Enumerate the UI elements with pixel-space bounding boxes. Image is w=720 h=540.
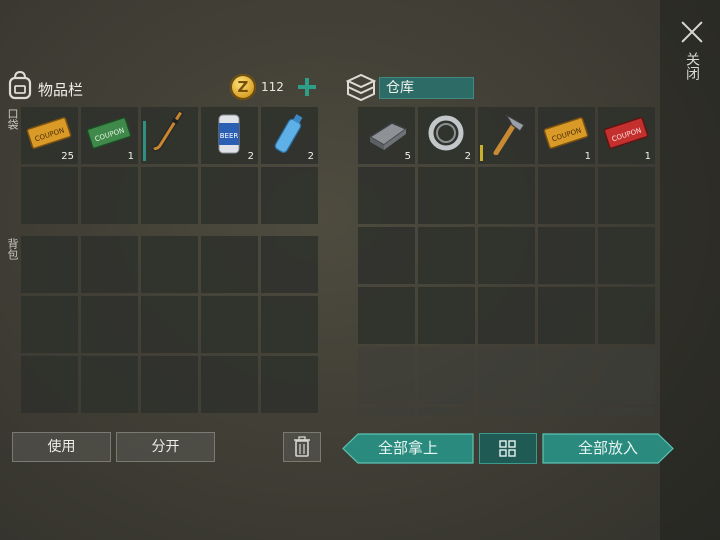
backpack-slot-empty[interactable] bbox=[21, 236, 78, 293]
pocket-slot-coupon-orange[interactable]: COUPON 25 bbox=[21, 107, 78, 164]
pocket-slot-empty[interactable] bbox=[81, 167, 138, 224]
storage-slot-locked bbox=[358, 347, 415, 404]
backpack-slot-empty[interactable] bbox=[261, 236, 318, 293]
backpack-slot-empty[interactable] bbox=[81, 236, 138, 293]
backpack-slot-empty[interactable] bbox=[141, 296, 198, 353]
storage-slot-empty[interactable] bbox=[358, 287, 415, 344]
storage-slot-locked bbox=[478, 347, 535, 404]
pocket-slot-water-bottle[interactable]: 2 bbox=[261, 107, 318, 164]
storage-slot-locked bbox=[478, 407, 535, 415]
storage-slot-empty[interactable] bbox=[598, 287, 655, 344]
item-quantity: 2 bbox=[307, 151, 314, 162]
water-bottle-icon bbox=[274, 114, 303, 153]
storage-slot-locked bbox=[418, 347, 475, 404]
item-quantity: 25 bbox=[61, 151, 74, 162]
backpack-icon bbox=[8, 70, 32, 100]
backpack-slot-empty[interactable] bbox=[141, 356, 198, 413]
storage-slot-empty[interactable] bbox=[418, 227, 475, 284]
storage-slot-empty[interactable] bbox=[478, 287, 535, 344]
pocket-grid: COUPON 25 COUPON 1 BEER 2 2 bbox=[21, 107, 318, 224]
storage-slot-empty[interactable] bbox=[478, 167, 535, 224]
storage-slot-locked bbox=[598, 347, 655, 404]
storage-slot-empty[interactable] bbox=[598, 227, 655, 284]
close-label[interactable]: 关闭 bbox=[684, 52, 700, 80]
backpack-slot-empty[interactable] bbox=[201, 296, 258, 353]
backpack-slot-empty[interactable] bbox=[81, 356, 138, 413]
item-quantity: 5 bbox=[404, 151, 411, 162]
take-all-button[interactable]: 全部拿上 bbox=[342, 433, 474, 464]
item-quantity: 1 bbox=[127, 151, 134, 162]
item-quantity: 1 bbox=[644, 151, 651, 162]
storage-slot-empty[interactable] bbox=[358, 227, 415, 284]
backpack-slot-empty[interactable] bbox=[141, 236, 198, 293]
storage-slot-coupon-red[interactable]: COUPON 1 bbox=[598, 107, 655, 164]
pocket-slot-coupon-green[interactable]: COUPON 1 bbox=[81, 107, 138, 164]
storage-boxes-icon bbox=[345, 73, 377, 102]
storage-slot-empty[interactable] bbox=[598, 167, 655, 224]
put-all-label: 全部放入 bbox=[577, 439, 638, 457]
backpack-slot-empty[interactable] bbox=[261, 296, 318, 353]
put-all-button[interactable]: 全部放入 bbox=[542, 433, 674, 464]
backpack-slot-empty[interactable] bbox=[201, 356, 258, 413]
storage-slot-coupon-orange[interactable]: COUPON 1 bbox=[538, 107, 595, 164]
bearing-icon bbox=[428, 115, 464, 151]
storage-grid-overflow bbox=[358, 407, 655, 415]
use-button[interactable]: 使用 bbox=[12, 432, 111, 462]
storage-slot-locked bbox=[418, 407, 475, 415]
coupon-red-icon: COUPON bbox=[603, 117, 649, 149]
storage-grid: 5 2 COUPON 1 COUPON 1 bbox=[358, 107, 655, 404]
coupon-orange-icon: COUPON bbox=[26, 117, 72, 149]
svg-text:BEER: BEER bbox=[220, 132, 239, 140]
hockey-stick-icon bbox=[150, 111, 185, 152]
storage-slot-empty[interactable] bbox=[418, 287, 475, 344]
metal-ingot-icon bbox=[368, 122, 408, 150]
storage-slot-empty[interactable] bbox=[478, 227, 535, 284]
backpack-slot-empty[interactable] bbox=[21, 356, 78, 413]
backpack-slot-empty[interactable] bbox=[81, 296, 138, 353]
pocket-slot-beer-can[interactable]: BEER 2 bbox=[201, 107, 258, 164]
coupon-green-icon: COUPON bbox=[86, 117, 132, 149]
backpack-slot-empty[interactable] bbox=[201, 236, 258, 293]
coin-icon: Z bbox=[230, 74, 256, 100]
grid-icon bbox=[499, 440, 516, 457]
backpack-grid bbox=[21, 236, 318, 413]
storage-slot-bearing[interactable]: 2 bbox=[418, 107, 475, 164]
sort-grid-button[interactable] bbox=[479, 433, 537, 464]
coin-count: 112 bbox=[261, 80, 284, 94]
storage-slot-empty[interactable] bbox=[538, 227, 595, 284]
item-quantity: 2 bbox=[247, 151, 254, 162]
storage-slot-empty[interactable] bbox=[538, 167, 595, 224]
storage-slot-empty[interactable] bbox=[538, 287, 595, 344]
beer-can-icon: BEER bbox=[218, 114, 240, 154]
storage-slot-metal-ingot[interactable]: 5 bbox=[358, 107, 415, 164]
pocket-slot-empty[interactable] bbox=[141, 167, 198, 224]
storage-slot-locked bbox=[538, 407, 595, 415]
trash-button[interactable] bbox=[283, 432, 321, 462]
storage-slot-empty[interactable] bbox=[418, 167, 475, 224]
storage-slot-empty[interactable] bbox=[358, 167, 415, 224]
storage-name-field[interactable]: 仓库 bbox=[379, 77, 474, 99]
pocket-slot-empty[interactable] bbox=[21, 167, 78, 224]
pocket-label: 口袋 bbox=[6, 108, 19, 130]
pocket-slot-empty[interactable] bbox=[201, 167, 258, 224]
close-icon[interactable] bbox=[678, 18, 706, 46]
add-coins-button[interactable] bbox=[296, 76, 318, 98]
split-button[interactable]: 分开 bbox=[116, 432, 215, 462]
pocket-slot-empty[interactable] bbox=[261, 167, 318, 224]
backpack-slot-empty[interactable] bbox=[261, 356, 318, 413]
hammer-icon bbox=[493, 114, 525, 155]
backpack-label: 背包 bbox=[6, 238, 19, 260]
item-quantity: 1 bbox=[584, 151, 591, 162]
storage-slot-locked bbox=[538, 347, 595, 404]
inventory-title: 物品栏 bbox=[38, 81, 84, 99]
pocket-slot-hockey-stick[interactable] bbox=[141, 107, 198, 164]
coupon-orange-icon: COUPON bbox=[543, 117, 589, 149]
trash-icon bbox=[294, 436, 310, 457]
storage-slot-locked bbox=[358, 407, 415, 415]
item-quantity: 2 bbox=[464, 151, 471, 162]
storage-slot-hammer[interactable] bbox=[478, 107, 535, 164]
backpack-slot-empty[interactable] bbox=[21, 296, 78, 353]
storage-slot-locked bbox=[598, 407, 655, 415]
take-all-label: 全部拿上 bbox=[377, 439, 438, 457]
